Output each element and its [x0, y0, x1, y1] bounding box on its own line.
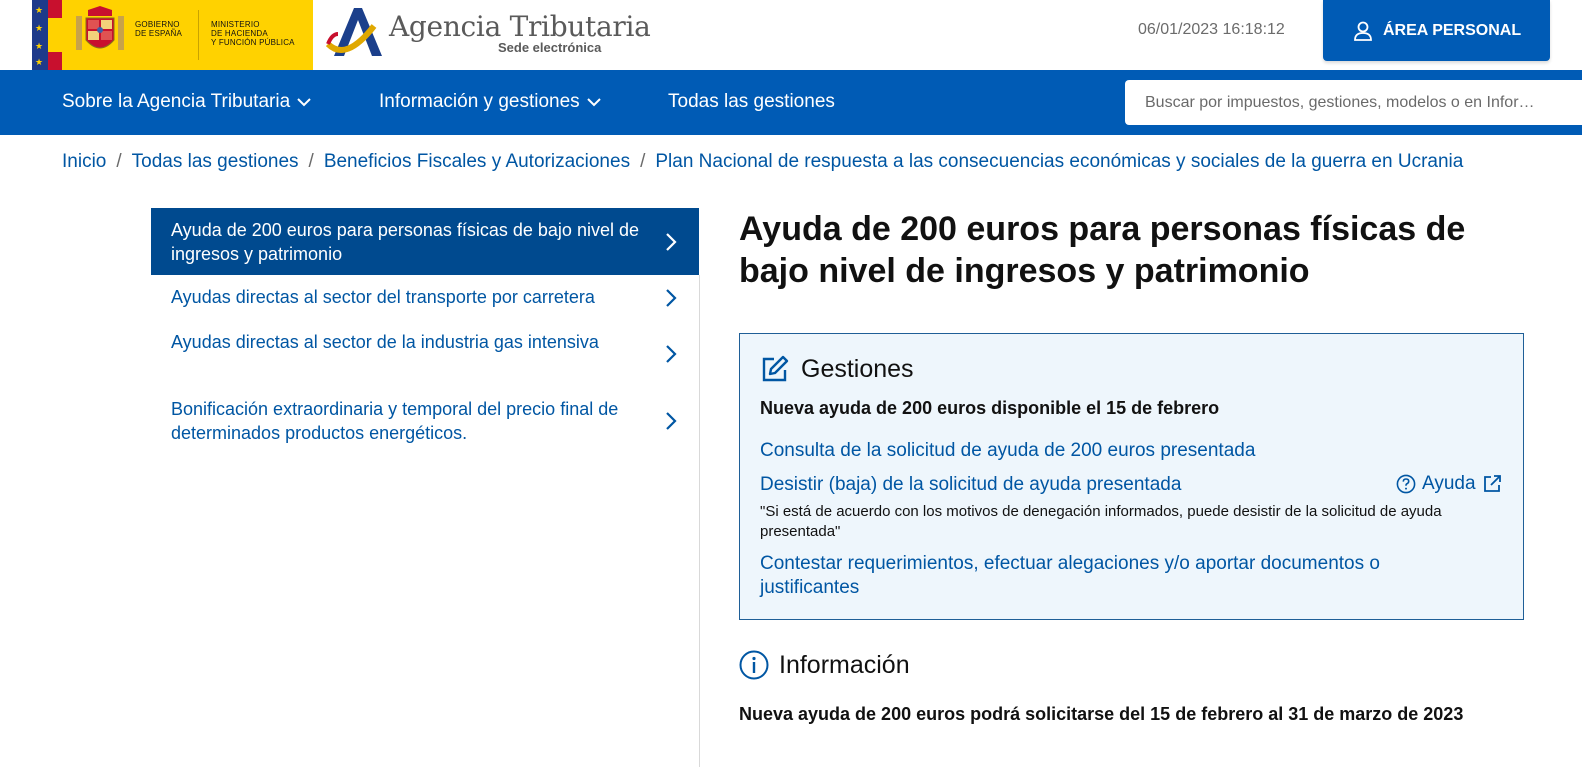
coat-of-arms-icon [76, 6, 124, 50]
chevron-right-icon [666, 288, 677, 307]
sidebar-item-label: Ayudas directas al sector del transporte… [171, 287, 595, 307]
search-input[interactable] [1125, 80, 1582, 125]
chevron-down-icon [586, 98, 601, 107]
user-icon [1354, 21, 1372, 41]
main-nav: Sobre la Agencia Tributaria Información … [0, 70, 1582, 135]
help-link[interactable]: Ayuda [1396, 473, 1502, 495]
external-link-icon [1483, 475, 1501, 492]
brand-subtitle: Sede electrónica [498, 40, 602, 55]
informacion-text: Nueva ayuda de 200 euros podrá solicitar… [739, 704, 1464, 724]
area-personal-button[interactable]: ÁREA PERSONAL [1323, 0, 1550, 61]
desistir-note: "Si está de acuerdo con los motivos de d… [760, 503, 1442, 540]
gestiones-panel: Gestiones Nueva ayuda de 200 euros dispo… [739, 333, 1524, 620]
chevron-down-icon [297, 98, 311, 107]
nav-informacion-gestiones[interactable]: Información y gestiones [379, 91, 601, 113]
breadcrumb-separator: / [308, 151, 314, 172]
breadcrumb-separator: / [640, 151, 646, 172]
sidebar-item-label: Ayuda de 200 euros para personas físicas… [171, 220, 639, 264]
ministry-label: MINISTERIO DE HACIENDA Y FUNCIÓN PÚBLICA [211, 20, 295, 47]
spain-flag-strip [48, 0, 62, 70]
help-label: Ayuda [1422, 473, 1476, 494]
gobierno-logo[interactable]: ★ ★ ★ ★ GOBIERNO DE ESPAÑA MINISTERIO DE HA… [32, 0, 313, 70]
sidebar-item-label: Bonificación extraordinaria y temporal d… [171, 399, 619, 443]
agencia-tributaria-logo-icon[interactable] [326, 4, 386, 58]
chevron-right-icon [666, 411, 677, 430]
informacion-heading: Información [739, 650, 910, 680]
nav-sobre-agencia[interactable]: Sobre la Agencia Tributaria [62, 91, 311, 113]
link-contestar-requerimientos[interactable]: Contestar requerimientos, efectuar alega… [760, 552, 1460, 600]
gestiones-heading: Gestiones [760, 354, 914, 384]
question-circle-icon [1396, 474, 1416, 494]
sidebar-item-transporte[interactable]: Ayudas directas al sector del transporte… [151, 275, 699, 320]
gov-label: GOBIERNO DE ESPAÑA [135, 20, 182, 38]
breadcrumb-inicio[interactable]: Inicio [62, 151, 106, 173]
page-title: Ayuda de 200 euros para personas físicas… [739, 210, 1466, 290]
sidebar-item-label: Ayudas directas al sector de la industri… [171, 332, 599, 352]
session-datetime: 06/01/2023 16:18:12 [1138, 21, 1285, 38]
eu-flag-strip: ★ ★ ★ ★ [32, 0, 48, 70]
link-consulta-solicitud[interactable]: Consulta de la solicitud de ayuda de 200… [760, 439, 1255, 463]
gestiones-subtitle: Nueva ayuda de 200 euros disponible el 1… [760, 398, 1220, 418]
breadcrumb-plan-nacional[interactable]: Plan Nacional de respuesta a las consecu… [655, 151, 1463, 173]
site-header: ★ ★ ★ ★ GOBIERNO DE ESPAÑA MINISTERIO DE HA… [0, 0, 1582, 70]
breadcrumb-beneficios-fiscales[interactable]: Beneficios Fiscales y Autorizaciones [324, 151, 630, 173]
breadcrumb-separator: / [116, 151, 122, 172]
nav-item-label: Todas las gestiones [668, 91, 835, 112]
informacion-heading-label: Información [779, 650, 910, 679]
info-circle-icon [739, 650, 769, 680]
chevron-right-icon [666, 344, 677, 363]
brand-name[interactable]: Agencia Tributaria [389, 10, 651, 43]
breadcrumb-todas-gestiones[interactable]: Todas las gestiones [132, 151, 299, 173]
sidebar-item-ayuda-200[interactable]: Ayuda de 200 euros para personas físicas… [151, 208, 699, 275]
column-divider [699, 275, 700, 767]
breadcrumb: Inicio / Todas las gestiones / Beneficio… [62, 151, 1463, 173]
nav-item-label: Información y gestiones [379, 91, 580, 112]
gestiones-heading-label: Gestiones [801, 354, 914, 383]
sidebar-menu: Ayuda de 200 euros para personas físicas… [151, 208, 699, 454]
gov-separator [198, 10, 199, 60]
area-personal-label: ÁREA PERSONAL [1383, 21, 1522, 39]
sidebar-item-gas-intensiva[interactable]: Ayudas directas al sector de la industri… [151, 320, 699, 387]
nav-item-label: Sobre la Agencia Tributaria [62, 91, 291, 112]
chevron-right-icon [666, 232, 677, 251]
link-desistir-solicitud[interactable]: Desistir (baja) de la solicitud de ayuda… [760, 473, 1181, 497]
edit-icon [762, 355, 789, 382]
nav-todas-gestiones[interactable]: Todas las gestiones [668, 91, 835, 113]
sidebar-item-bonificacion[interactable]: Bonificación extraordinaria y temporal d… [151, 387, 699, 454]
